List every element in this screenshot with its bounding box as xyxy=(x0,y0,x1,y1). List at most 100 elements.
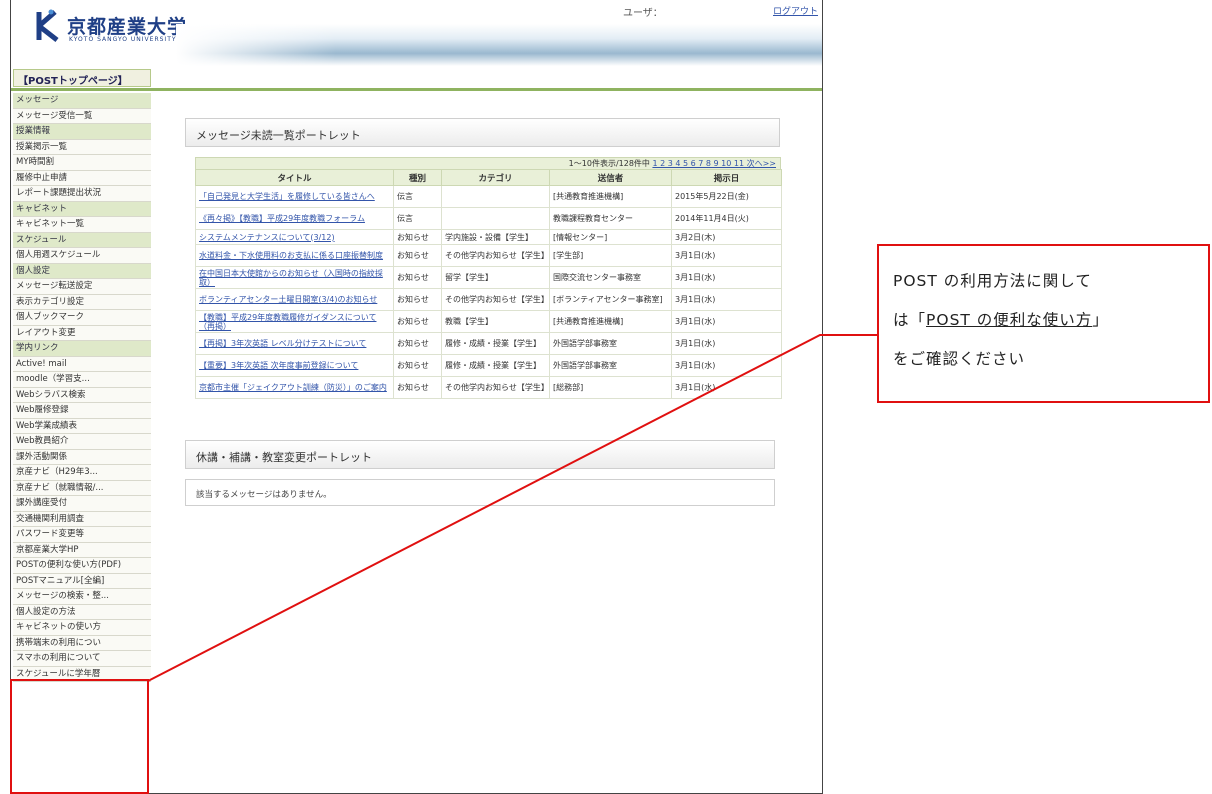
cell-title[interactable]: 「自己発見と大学生活」を履修している皆さんへ xyxy=(195,185,394,208)
table-row[interactable]: 【再掲】3年次英語 レベル分けテストについて お知らせ 履修・成績・授業【学生】 外国… xyxy=(195,332,782,355)
cell-type: 伝言 xyxy=(393,185,442,208)
class-changes-empty-message: 該当するメッセージはありません。 xyxy=(185,479,775,506)
table-row[interactable]: 【重要】3年次英語 次年度事前登録について お知らせ 履修・成績・授業【学生】 外国語… xyxy=(195,354,782,377)
cell-title[interactable]: ボランティアセンター土曜日開室(3/4)のお知らせ xyxy=(195,288,394,311)
cell-category: 履修・成績・授業【学生】 xyxy=(441,332,550,355)
table-row[interactable]: 「自己発見と大学生活」を履修している皆さんへ 伝言 [共通教育推進機構] 2015年5… xyxy=(195,185,782,208)
cell-sender: [ボランティアセンター事務室] xyxy=(549,288,672,311)
pager-pages[interactable]: 1 2 3 4 5 6 7 8 9 10 11 次へ>> xyxy=(652,159,776,168)
pager-count: 1～10件表示/128件中 xyxy=(568,159,650,168)
screenshot-frame: 京都産業大学 KYOTO SANGYO UNIVERSITY ユーザ： ログアウ… xyxy=(10,0,823,794)
pager: 1～10件表示/128件中 1 2 3 4 5 6 7 8 9 10 11 次へ… xyxy=(195,157,781,169)
callout-line-3: をご確認ください xyxy=(893,350,1026,368)
table-row[interactable]: 在中国日本大使館からのお知らせ（入国時の指紋採取） お知らせ 留学【学生】 国際交流セ… xyxy=(195,266,782,289)
sidebar-item[interactable]: 交通機関利用調査 xyxy=(13,511,151,527)
table-row[interactable]: ボランティアセンター土曜日開室(3/4)のお知らせ お知らせ その他学内お知らせ【学… xyxy=(195,288,782,311)
top-page-tab[interactable]: 【POSTトップページ】 xyxy=(13,69,151,87)
sidebar-item[interactable]: 授業掲示一覧 xyxy=(13,139,151,155)
sidebar-item[interactable]: Web教員紹介 xyxy=(13,434,151,450)
table-row[interactable]: 《再々掲》【教職】平成29年度教職フォーラム 伝言 教職課程教育センター 2014年1… xyxy=(195,207,782,230)
logout-link[interactable]: ログアウト xyxy=(773,4,818,17)
sidebar-item[interactable]: メッセージ受信一覧 xyxy=(13,108,151,124)
sidebar-item[interactable]: 個人設定の方法 xyxy=(13,604,151,620)
table-header-row: タイトル 種別 カテゴリ 送信者 掲示日 xyxy=(195,169,782,186)
logo-subtext: KYOTO SANGYO UNIVERSITY xyxy=(69,36,177,43)
sidebar-category: キャビネット xyxy=(13,201,151,217)
sidebar-item[interactable]: キャビネットの使い方 xyxy=(13,620,151,636)
sidebar-item[interactable]: 個人ブックマーク xyxy=(13,310,151,326)
cell-title[interactable]: 京都市主催「ジェイクアウト訓練（防災）」のご案内 xyxy=(195,376,394,399)
cell-category xyxy=(441,185,550,208)
column-header[interactable]: 送信者 xyxy=(549,169,672,186)
callout-box: POST の利用方法に関して は「POST の便利な使い方」 をご確認ください xyxy=(877,244,1210,403)
user-label: ユーザ： xyxy=(623,8,663,19)
sidebar-category: メッセージ xyxy=(13,93,151,109)
sidebar-category: 個人設定 xyxy=(13,263,151,279)
sidebar-item[interactable]: 京産ナビ（H29年3... xyxy=(13,465,151,481)
university-logo[interactable]: 京都産業大学 KYOTO SANGYO UNIVERSITY xyxy=(33,6,193,46)
callout-line-1: POST の利用方法に関して xyxy=(893,272,1092,290)
sidebar-item[interactable]: 履修中止申請 xyxy=(13,170,151,186)
sidebar-item[interactable]: パスワード変更等 xyxy=(13,527,151,543)
sidebar-item[interactable]: 表示カテゴリ設定 xyxy=(13,294,151,310)
sidebar-item[interactable]: 個人用週スケジュール xyxy=(13,248,151,264)
cell-date: 3月1日(水) xyxy=(671,332,782,355)
cell-title[interactable]: システムメンテナンスについて(3/12) xyxy=(195,229,394,245)
cell-category: 教職【学生】 xyxy=(441,310,550,333)
cell-date: 3月1日(水) xyxy=(671,354,782,377)
sidebar-item[interactable]: 京産ナビ（就職情報/... xyxy=(13,480,151,496)
sidebar-item[interactable]: 携帯端末の利用につい xyxy=(13,635,151,651)
table-row[interactable]: 水道料金・下水使用料のお支払に係る口座振替制度 お知らせ その他学内お知らせ【学生】… xyxy=(195,244,782,267)
sidebar-item[interactable]: POSTマニュアル[全編] xyxy=(13,573,151,589)
cell-category: その他学内お知らせ【学生】 xyxy=(441,288,550,311)
cell-date: 2014年11月4日(火) xyxy=(671,207,782,230)
sidebar-item[interactable]: メッセージ転送設定 xyxy=(13,279,151,295)
university-logo-icon xyxy=(36,9,59,42)
cell-category: 学内施設・設備【学生】 xyxy=(441,229,550,245)
cell-type: お知らせ xyxy=(393,332,442,355)
sidebar-item[interactable]: moodle（学習支... xyxy=(13,372,151,388)
cell-date: 3月1日(水) xyxy=(671,376,782,399)
logo-name: 京都産業大学 xyxy=(67,16,188,38)
table-row[interactable]: 京都市主催「ジェイクアウト訓練（防災）」のご案内 お知らせ その他学内お知らせ【学生… xyxy=(195,376,782,399)
sidebar-highlight-box xyxy=(10,679,149,794)
sidebar-item[interactable]: スマホの利用について xyxy=(13,651,151,667)
sidebar-item[interactable]: Active! mail xyxy=(13,356,151,372)
cell-date: 3月1日(水) xyxy=(671,266,782,289)
sidebar-category: 学内リンク xyxy=(13,341,151,357)
cell-title[interactable]: 水道料金・下水使用料のお支払に係る口座振替制度 xyxy=(195,244,394,267)
cell-title[interactable]: 《再々掲》【教職】平成29年度教職フォーラム xyxy=(195,207,394,230)
cell-title[interactable]: 【重要】3年次英語 次年度事前登録について xyxy=(195,354,394,377)
column-header[interactable]: タイトル xyxy=(195,169,394,186)
sidebar-item[interactable]: キャビネット一覧 xyxy=(13,217,151,233)
cell-date: 3月1日(水) xyxy=(671,288,782,311)
cell-category: その他学内お知らせ【学生】 xyxy=(441,244,550,267)
sidebar-menu: メッセージ メッセージ受信一覧 授業情報 授業掲示一覧 MY時間割 履修中止申請 レポート課… xyxy=(13,93,151,682)
cell-type: お知らせ xyxy=(393,288,442,311)
cell-title[interactable]: 【再掲】3年次英語 レベル分けテストについて xyxy=(195,332,394,355)
cell-type: 伝言 xyxy=(393,207,442,230)
column-header[interactable]: 種別 xyxy=(393,169,442,186)
cell-sender: 外国語学部事務室 xyxy=(549,354,672,377)
sidebar-item[interactable]: レポート課題提出状況 xyxy=(13,186,151,202)
table-row[interactable]: システムメンテナンスについて(3/12) お知らせ 学内施設・設備【学生】 [情報セン… xyxy=(195,229,782,245)
column-header[interactable]: カテゴリ xyxy=(441,169,550,186)
sidebar-item[interactable]: 課外講座受付 xyxy=(13,496,151,512)
sidebar-item[interactable]: MY時間割 xyxy=(13,155,151,171)
cell-title[interactable]: 在中国日本大使館からのお知らせ（入国時の指紋採取） xyxy=(195,266,394,289)
cell-category: 留学【学生】 xyxy=(441,266,550,289)
sidebar-item[interactable]: Webシラバス検索 xyxy=(13,387,151,403)
cell-title[interactable]: 【教職】平成29年度教職履修ガイダンスについて（再掲） xyxy=(195,310,394,333)
cell-date: 3月2日(木) xyxy=(671,229,782,245)
table-row[interactable]: 【教職】平成29年度教職履修ガイダンスについて（再掲） お知らせ 教職【学生】 [共通… xyxy=(195,310,782,333)
sidebar-item[interactable]: 京都産業大学HP xyxy=(13,542,151,558)
sidebar-item[interactable]: メッセージの検索・整... xyxy=(13,589,151,605)
sidebar-item[interactable]: POSTの便利な使い方(PDF) xyxy=(13,558,151,574)
sidebar-item[interactable]: 課外活動関係 xyxy=(13,449,151,465)
cell-sender: 教職課程教育センター xyxy=(549,207,672,230)
cell-type: お知らせ xyxy=(393,266,442,289)
column-header[interactable]: 掲示日 xyxy=(671,169,782,186)
sidebar-item[interactable]: Web学業成績表 xyxy=(13,418,151,434)
sidebar-item[interactable]: Web履修登録 xyxy=(13,403,151,419)
sidebar-item[interactable]: レイアウト変更 xyxy=(13,325,151,341)
